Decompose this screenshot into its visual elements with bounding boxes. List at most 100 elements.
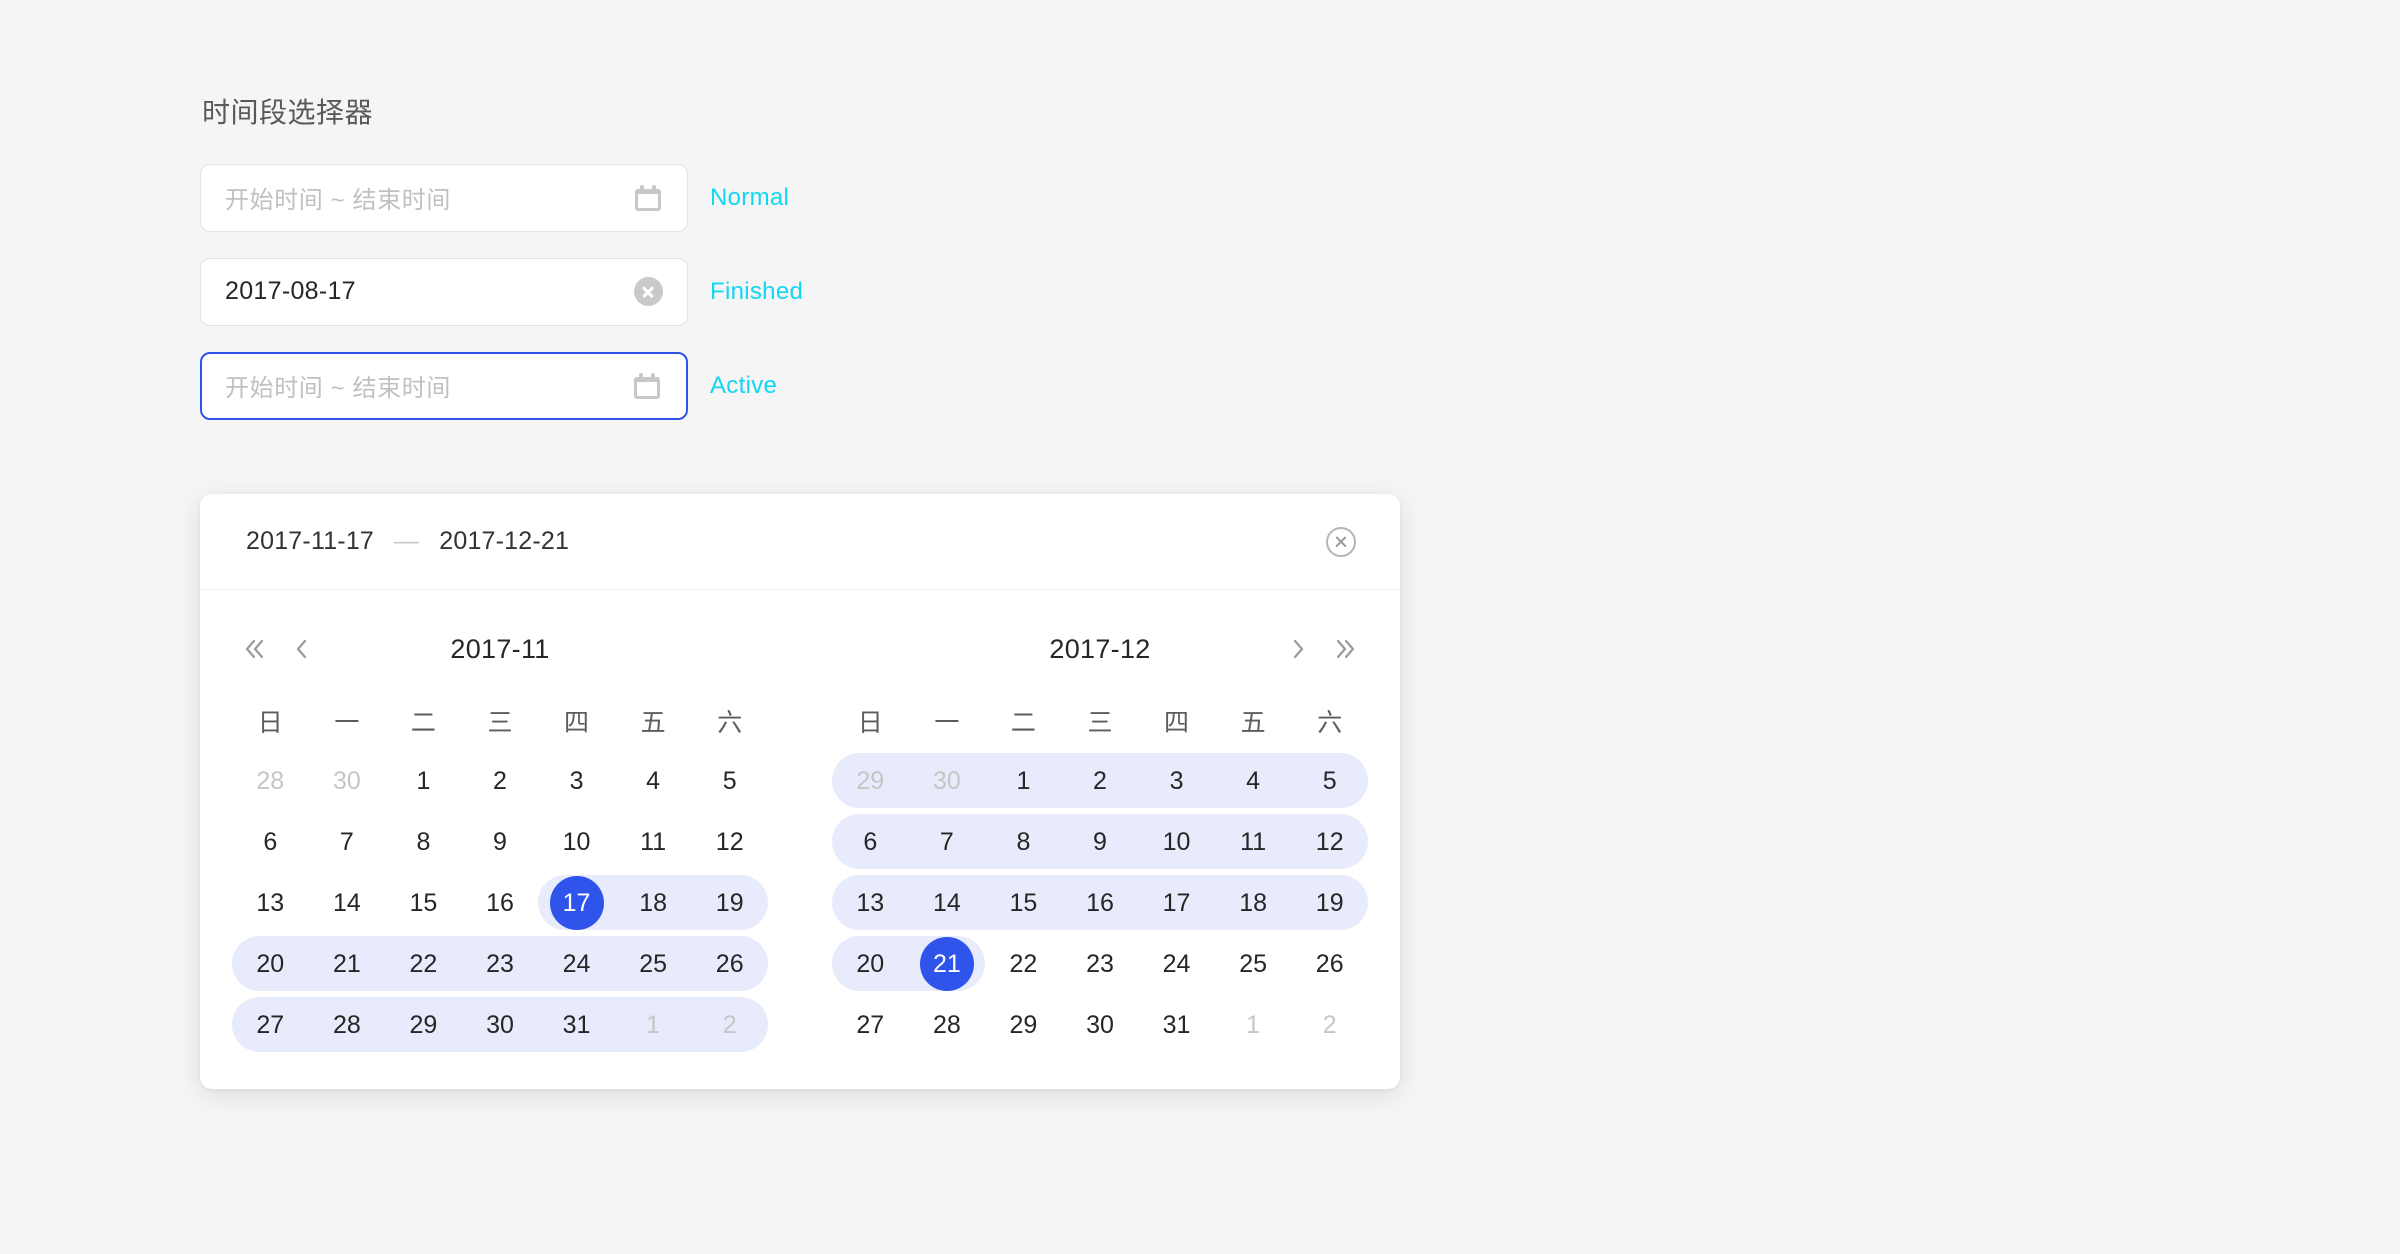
calendar-day-label: 1 <box>646 1010 661 1039</box>
range-input-active[interactable]: 开始时间 ~ 结束时间 <box>200 351 688 420</box>
calendar-day-cell[interactable]: 11 <box>1214 811 1292 872</box>
range-input-normal[interactable]: 开始时间 ~ 结束时间 <box>200 163 688 232</box>
double-chevron-left-icon[interactable] <box>236 631 272 667</box>
calendar-day-cell[interactable]: 28 <box>232 750 309 811</box>
clear-circle-icon[interactable] <box>633 277 663 307</box>
calendar-day-cell[interactable]: 12 <box>1291 811 1368 872</box>
month-header-right: 2017-12 <box>832 612 1368 686</box>
range-input-active-placeholder: 开始时间 ~ 结束时间 <box>225 375 451 403</box>
calendar-day-cell[interactable]: 1 <box>614 994 692 1055</box>
calendar-day-cell[interactable]: 27 <box>232 994 309 1055</box>
calendar-day-cell[interactable]: 2 <box>691 994 768 1055</box>
range-start-date[interactable]: 2017-11-17 <box>246 527 374 556</box>
calendar-day-cell[interactable]: 3 <box>538 750 615 811</box>
field-row-active: 开始时间 ~ 结束时间 Active <box>200 351 2200 420</box>
calendar-day-cell[interactable]: 30 <box>1062 994 1139 1055</box>
calendar-day-cell[interactable]: 10 <box>538 811 615 872</box>
calendar-day-cell[interactable]: 2 <box>462 750 539 811</box>
field-row-normal: 开始时间 ~ 结束时间 Normal <box>200 163 2200 232</box>
calendar-day-cell[interactable]: 13 <box>832 872 909 933</box>
calendar-day-cell[interactable]: 21 <box>308 933 386 994</box>
calendar-day-cell[interactable]: 14 <box>908 872 986 933</box>
calendar-day-cell[interactable]: 8 <box>985 811 1062 872</box>
calendar-day-cell[interactable]: 30 <box>908 750 986 811</box>
calendar-day-cell[interactable]: 6 <box>832 811 909 872</box>
calendar-day-cell[interactable]: 24 <box>538 933 615 994</box>
weekday-label: 五 <box>1240 709 1266 737</box>
calendar-day-cell[interactable]: 30 <box>461 994 539 1055</box>
calendar-day-cell[interactable]: 25 <box>1215 933 1292 994</box>
calendar-day-cell[interactable]: 17 <box>538 872 615 933</box>
calendar-day-cell[interactable]: 28 <box>909 994 986 1055</box>
calendar-day-cell[interactable]: 27 <box>832 994 909 1055</box>
calendar-day-cell[interactable]: 18 <box>614 872 692 933</box>
calendar-day-cell[interactable]: 26 <box>691 933 768 994</box>
calendar-icon[interactable] <box>633 183 663 213</box>
range-input-finished[interactable]: 2017-08-17 <box>200 257 688 326</box>
calendar-day-cell[interactable]: 9 <box>462 811 539 872</box>
calendar-day-cell[interactable]: 26 <box>1291 933 1368 994</box>
calendar-day-cell[interactable]: 13 <box>232 872 309 933</box>
calendar-day-cell[interactable]: 21 <box>908 933 986 994</box>
calendar-day-cell[interactable]: 16 <box>462 872 539 933</box>
picker-header: 2017-11-17 — 2017-12-21 <box>200 494 1400 590</box>
calendar-day-cell[interactable]: 4 <box>615 750 692 811</box>
calendar-day-cell[interactable]: 29 <box>985 994 1062 1055</box>
calendar-day-cell[interactable]: 8 <box>385 811 462 872</box>
calendar-day-label: 4 <box>1246 766 1261 795</box>
chevron-left-icon[interactable] <box>284 631 320 667</box>
calendar-day-cell[interactable]: 23 <box>461 933 539 994</box>
calendar-day-cell[interactable]: 1 <box>985 750 1062 811</box>
double-chevron-right-icon[interactable] <box>1328 631 1364 667</box>
calendar-day-cell[interactable]: 28 <box>308 994 386 1055</box>
calendar-day-label: 22 <box>1009 949 1038 978</box>
calendar-day-label: 12 <box>1315 827 1344 856</box>
calendar-day-cell[interactable]: 15 <box>985 872 1062 933</box>
calendar-day-cell[interactable]: 17 <box>1138 872 1215 933</box>
chevron-right-icon[interactable] <box>1280 631 1316 667</box>
calendar-day-cell[interactable]: 30 <box>309 750 386 811</box>
calendar-day-cell[interactable]: 12 <box>691 811 768 872</box>
calendar-day-cell[interactable]: 31 <box>538 994 615 1055</box>
calendar-day-label: 5 <box>1322 766 1337 795</box>
calendar-day-label: 11 <box>640 827 667 856</box>
calendar-day-cell[interactable]: 9 <box>1061 811 1139 872</box>
calendar-day-cell[interactable]: 2 <box>1291 994 1368 1055</box>
weekday-label: 三 <box>1087 709 1113 737</box>
calendar-day-cell[interactable]: 29 <box>385 994 462 1055</box>
calendar-day-cell[interactable]: 4 <box>1214 750 1292 811</box>
calendar-day-cell[interactable]: 18 <box>1214 872 1292 933</box>
calendar-day-cell[interactable]: 3 <box>1138 750 1215 811</box>
range-end-date[interactable]: 2017-12-21 <box>439 527 569 556</box>
calendar-day-label: 6 <box>263 827 278 856</box>
calendar-day-cell[interactable]: 24 <box>1138 933 1215 994</box>
calendar-day-cell[interactable]: 31 <box>1138 994 1215 1055</box>
weekday-label: 六 <box>717 709 743 737</box>
calendar-day-cell[interactable]: 22 <box>385 933 462 994</box>
calendar-day-label: 2 <box>722 1010 737 1039</box>
state-label-normal: Normal <box>710 183 790 211</box>
calendar-day-cell[interactable]: 5 <box>691 750 768 811</box>
calendar-day-cell[interactable]: 22 <box>985 933 1062 994</box>
calendar-day-cell[interactable]: 1 <box>385 750 462 811</box>
calendar-day-cell[interactable]: 1 <box>1215 994 1292 1055</box>
calendar-day-cell[interactable]: 11 <box>615 811 692 872</box>
calendar-day-cell[interactable]: 20 <box>232 933 309 994</box>
clear-circle-outline-icon[interactable] <box>1326 526 1356 557</box>
calendar-day-cell[interactable]: 16 <box>1061 872 1139 933</box>
calendar-day-cell[interactable]: 15 <box>385 872 462 933</box>
calendar-day-cell[interactable]: 6 <box>232 811 309 872</box>
calendar-day-cell[interactable]: 2 <box>1061 750 1139 811</box>
calendar-day-cell[interactable]: 10 <box>1138 811 1215 872</box>
calendar-day-cell[interactable]: 25 <box>614 933 692 994</box>
calendar-day-cell[interactable]: 14 <box>309 872 386 933</box>
calendar-day-cell[interactable]: 5 <box>1291 750 1368 811</box>
calendar-day-cell[interactable]: 7 <box>908 811 986 872</box>
calendar-day-cell[interactable]: 23 <box>1062 933 1139 994</box>
calendar-day-cell[interactable]: 19 <box>691 872 768 933</box>
calendar-icon[interactable] <box>632 371 662 401</box>
calendar-day-cell[interactable]: 20 <box>832 933 909 994</box>
calendar-day-cell[interactable]: 19 <box>1291 872 1368 933</box>
calendar-day-cell[interactable]: 29 <box>832 750 909 811</box>
calendar-day-cell[interactable]: 7 <box>309 811 386 872</box>
